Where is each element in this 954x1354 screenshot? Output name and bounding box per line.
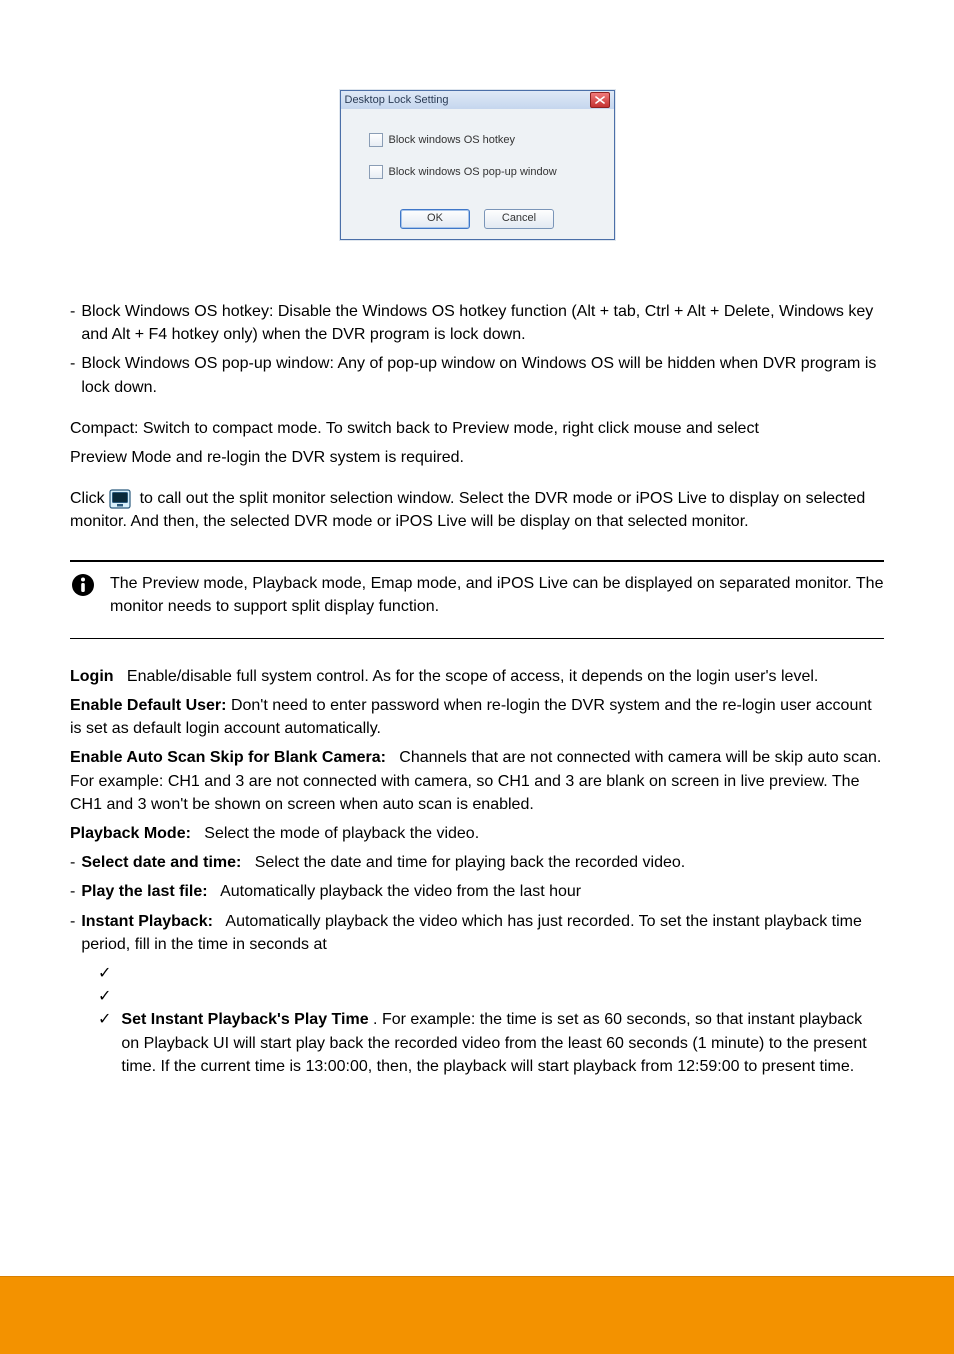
block-popup-desc: Block Windows OS pop-up window: Any of p… [81,352,884,398]
instant-line-1 [121,962,125,985]
login-desc: Enable/disable full system control. As f… [127,668,818,685]
info-icon [70,572,96,598]
dash-bullet: - [70,300,75,346]
checkmark-icon: ✓ [98,962,111,985]
compact-line-2: Preview Mode and re-login the DVR system… [70,449,464,466]
pb-opt1-head: Select date and time: [81,854,241,871]
cancel-button[interactable]: Cancel [484,209,554,229]
dash-bullet: - [70,851,75,874]
block-hotkey-desc: Block Windows OS hotkey: Disable the Win… [81,300,884,346]
page-footer [0,1276,954,1354]
close-icon[interactable] [590,92,610,108]
block-popup-checkbox[interactable] [369,165,383,179]
pb-opt2-tail: Automatically playback the video from th… [220,883,581,900]
ok-button[interactable]: OK [400,209,470,229]
instant-line-2 [121,985,125,1008]
block-hotkey-label: Block windows OS hotkey [389,134,516,146]
block-popup-label: Block windows OS pop-up window [389,166,557,178]
pb-opt1-tail: Select the date and time for playing bac… [255,854,685,871]
default-user-heading: Enable Default User: [70,697,226,714]
dialog-title: Desktop Lock Setting [345,91,449,109]
login-heading: Login [70,668,114,685]
instant-playback-bold: Set Instant Playback's Play Time [121,1011,368,1028]
default-user-tail1: Don't need to enter password when [231,697,482,714]
pb-opt2-head: Play the last file: [81,883,207,900]
dash-bullet: - [70,352,75,398]
autoscan-heading: Enable Auto Scan Skip for Blank Camera: [70,749,386,766]
desktop-lock-setting-dialog: Desktop Lock Setting Block windows OS ho… [340,90,615,240]
click-text: Click [70,490,109,507]
playback-mode-desc: Select the mode of playback the video. [204,825,479,842]
info-text: The Preview mode, Playback mode, Emap mo… [110,572,884,618]
playback-mode-heading: Playback Mode: [70,825,191,842]
checkmark-icon: ✓ [98,1008,111,1031]
block-hotkey-checkbox[interactable] [369,133,383,147]
monitor-icon [109,489,131,509]
compact-line-1: Compact: Switch to compact mode. To swit… [70,420,759,437]
login-tail [118,668,122,685]
dash-bullet: - [70,910,75,956]
pb-opt3-head: Instant Playback: [81,913,213,930]
dash-bullet: - [70,880,75,903]
icon-trail-text: to call out the split monitor selection … [70,490,865,530]
checkmark-icon: ✓ [98,985,111,1008]
